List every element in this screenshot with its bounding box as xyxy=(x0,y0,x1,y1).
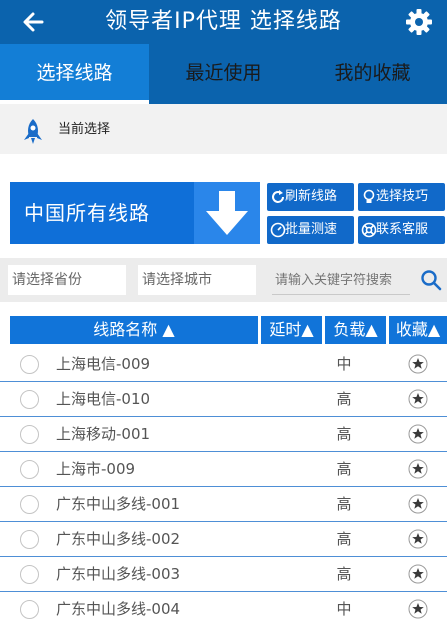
line-load: 高 xyxy=(336,460,352,478)
row-radio[interactable] xyxy=(20,425,39,444)
favorite-star-icon[interactable] xyxy=(408,599,428,619)
line-load: 高 xyxy=(336,530,352,548)
column-line-name[interactable]: 线路名称 ▲ xyxy=(10,316,258,344)
column-load[interactable]: 负载▲ xyxy=(325,316,386,344)
row-radio[interactable] xyxy=(20,460,39,479)
line-load: 高 xyxy=(336,565,352,583)
batch-speedtest-label: 批量测速 xyxy=(285,222,338,237)
search-icon[interactable] xyxy=(420,269,442,291)
selection-tips-button[interactable]: 选择技巧 xyxy=(358,183,445,211)
favorite-star-icon[interactable] xyxy=(408,459,428,479)
rocket-icon xyxy=(24,119,42,144)
keyword-search-input[interactable] xyxy=(272,265,410,295)
table-row[interactable]: 广东中山多线-004 中 xyxy=(0,592,447,622)
line-name: 广东中山多线-001 xyxy=(56,495,181,513)
filter-bar: 请选择省份 请选择城市 xyxy=(0,258,447,302)
refresh-lines-label: 刷新线路 xyxy=(285,189,338,204)
selection-tips-label: 选择技巧 xyxy=(376,189,429,204)
line-name: 广东中山多线-002 xyxy=(56,530,181,548)
row-radio[interactable] xyxy=(20,495,39,514)
tab-bar: 选择线路 最近使用 我的收藏 xyxy=(0,44,447,104)
favorite-star-icon[interactable] xyxy=(408,494,428,514)
favorite-star-icon[interactable] xyxy=(408,564,428,584)
line-group-label: 中国所有线路 xyxy=(24,201,150,225)
line-name: 上海电信-009 xyxy=(56,355,151,373)
table-row[interactable]: 上海电信-009 中 xyxy=(0,347,447,382)
favorite-star-icon[interactable] xyxy=(408,354,428,374)
page-title: 领导者IP代理 选择线路 xyxy=(105,9,342,34)
row-radio[interactable] xyxy=(20,390,39,409)
line-load: 中 xyxy=(336,355,352,373)
line-load: 高 xyxy=(336,390,352,408)
tab-favorites[interactable]: 我的收藏 xyxy=(298,44,447,104)
current-selection-label: 当前选择 xyxy=(58,122,111,137)
column-favorite[interactable]: 收藏▲ xyxy=(389,316,447,344)
lifebuoy-icon xyxy=(361,222,377,238)
dropdown-button[interactable] xyxy=(194,182,260,244)
table-row[interactable]: 广东中山多线-001 高 xyxy=(0,487,447,522)
province-select[interactable]: 请选择省份 xyxy=(8,265,126,295)
lightbulb-icon xyxy=(363,189,375,203)
line-load: 高 xyxy=(336,495,352,513)
line-group-selector[interactable]: 中国所有线路 xyxy=(10,182,260,244)
favorite-star-icon[interactable] xyxy=(408,389,428,409)
contact-support-label: 联系客服 xyxy=(376,222,429,237)
title-bar: 领导者IP代理 选择线路 xyxy=(0,0,447,44)
line-name: 上海移动-001 xyxy=(56,425,151,443)
table-row[interactable]: 上海市-009 高 xyxy=(0,452,447,487)
line-load: 中 xyxy=(336,600,352,618)
favorite-star-icon[interactable] xyxy=(408,424,428,444)
city-select[interactable]: 请选择城市 xyxy=(138,265,256,295)
line-name: 上海市-009 xyxy=(56,460,136,478)
table-header: 线路名称 ▲ 延时▲ 负载▲ 收藏▲ xyxy=(0,316,447,344)
table-row[interactable]: 上海电信-010 高 xyxy=(0,382,447,417)
row-radio[interactable] xyxy=(20,565,39,584)
gear-icon[interactable] xyxy=(403,6,435,38)
table-row[interactable]: 上海移动-001 高 xyxy=(0,417,447,452)
table-row[interactable]: 广东中山多线-003 高 xyxy=(0,557,447,592)
contact-support-button[interactable]: 联系客服 xyxy=(358,216,445,244)
refresh-lines-button[interactable]: 刷新线路 xyxy=(267,183,354,211)
refresh-icon xyxy=(272,190,284,203)
row-radio[interactable] xyxy=(20,600,39,619)
row-radio[interactable] xyxy=(20,355,39,374)
line-list: 上海电信-009 中 上海电信-010 高 上海移动-001 高 上海市-009… xyxy=(0,347,447,622)
batch-speedtest-button[interactable]: 批量测速 xyxy=(267,216,354,244)
speedometer-icon xyxy=(270,222,286,238)
row-radio[interactable] xyxy=(20,530,39,549)
back-arrow-icon[interactable] xyxy=(20,8,48,36)
line-load: 高 xyxy=(336,425,352,443)
tab-select-line[interactable]: 选择线路 xyxy=(0,44,149,104)
line-name: 广东中山多线-003 xyxy=(56,565,181,583)
favorite-star-icon[interactable] xyxy=(408,529,428,549)
line-name: 广东中山多线-004 xyxy=(56,600,181,618)
down-arrow-icon xyxy=(206,191,248,235)
column-latency[interactable]: 延时▲ xyxy=(261,316,322,344)
current-selection-bar: 当前选择 xyxy=(0,104,447,154)
table-row[interactable]: 广东中山多线-002 高 xyxy=(0,522,447,557)
tab-recent[interactable]: 最近使用 xyxy=(149,44,298,104)
line-name: 上海电信-010 xyxy=(56,390,151,408)
